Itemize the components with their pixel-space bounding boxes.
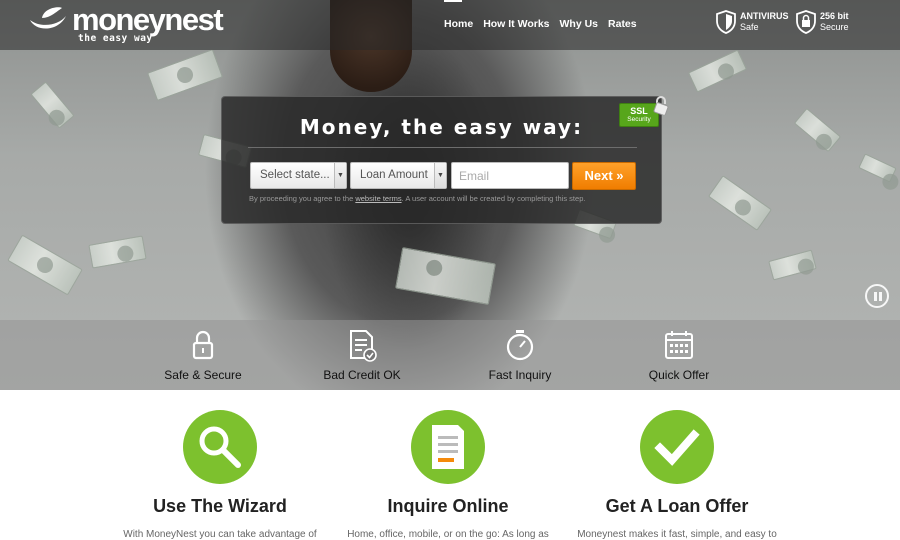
money-bill-image [7,234,83,296]
state-select[interactable]: Select state... ▼ [250,162,347,189]
header-bar: moneynest the easy way Home How It Works… [0,0,900,50]
email-input[interactable]: Email [451,162,569,189]
step-icon-circle [183,410,257,484]
step-title: Use The Wizard [153,496,287,516]
step-text: With MoneyNest you can take advantage of [123,529,317,540]
chevron-down-icon[interactable]: ▼ [334,163,346,188]
step-title: Inquire Online [387,496,509,516]
calendar-icon [665,331,693,359]
nav-rates[interactable]: Rates [608,18,637,30]
step-icon-circle [640,410,714,484]
document-check-icon [350,330,377,362]
chevron-down-icon[interactable]: ▼ [434,163,446,188]
leaf-logo-icon [30,7,66,29]
checkmark-icon [654,429,700,466]
money-bill-image [793,107,842,153]
padlock-icon [653,96,669,115]
step-text: Home, office, mobile, or on the go: As l… [347,529,549,540]
nav-home[interactable]: Home [444,18,473,30]
encryption-sub: Secure [820,22,849,32]
disclaimer-text-post: . A user account will be created by comp… [401,194,586,203]
feature-quick-offer: Quick Offer [609,328,749,382]
step-text: Moneynest makes it fast, simple, and eas… [577,529,777,540]
antivirus-sub: Safe [740,22,759,32]
money-bill-image [146,48,224,102]
quick-apply-panel: Money, the easy way: SSL Security Select… [221,96,669,224]
nav-active-indicator [444,0,462,2]
email-placeholder: Email [459,169,490,183]
feature-bad-credit-ok: Bad Credit OK [292,328,432,382]
step-icon-circle [411,410,485,484]
money-bill-image [30,81,75,129]
pause-slideshow-button[interactable] [865,284,889,308]
brand-tagline: the easy way [78,33,153,44]
website-terms-link[interactable]: website terms [355,194,401,203]
shield-check-icon [716,10,736,34]
features-strip: Safe & Secure Bad Credit OK Fast Inquiry [0,320,900,390]
step-get-loan-offer: Get A Loan Offer Moneynest makes it fast… [557,410,797,540]
step-use-wizard: Use The Wizard With MoneyNest you can ta… [100,410,340,540]
disclaimer-text-pre: By proceeding you agree to the [249,194,356,203]
main-nav: Home How It Works Why Us Rates [444,0,637,30]
shield-lock-icon [796,10,816,34]
feature-safe-secure: Safe & Secure [133,328,273,382]
feature-label: Quick Offer [648,368,710,382]
ssl-sub: Security [627,116,651,123]
antivirus-title: ANTIVIRUS [740,11,789,21]
feature-label: Safe & Secure [164,368,242,382]
state-select-value: Select state... [260,169,330,181]
feature-label: Fast Inquiry [488,368,552,382]
money-bill-image [768,249,817,281]
loan-amount-select[interactable]: Loan Amount ▼ [350,162,447,189]
money-bill-image [88,235,147,269]
step-inquire-online: Inquire Online Home, office, mobile, or … [328,410,568,540]
step-title: Get A Loan Offer [605,496,749,516]
stopwatch-icon [506,330,534,361]
feature-fast-inquiry: Fast Inquiry [450,328,590,382]
lock-icon [192,330,214,360]
next-button[interactable]: Next » [572,162,636,190]
encryption-badge: 256 bit Secure [796,10,849,34]
loan-amount-select-value: Loan Amount [360,169,428,181]
nav-why-us[interactable]: Why Us [560,18,599,30]
magnifier-icon [199,426,241,468]
terms-disclaimer: By proceeding you agree to the website t… [249,194,649,203]
panel-title: Money, the easy way: [299,115,584,139]
money-bill-image [707,175,773,231]
feature-label: Bad Credit OK [323,368,401,382]
money-bill-image [858,153,897,183]
nav-how-it-works[interactable]: How It Works [483,18,549,30]
money-bill-image [687,49,748,93]
brand-logo[interactable]: moneynest the easy way [28,2,228,46]
antivirus-badge: ANTIVIRUS Safe [716,10,789,34]
form-icon [432,425,464,469]
panel-divider [248,147,637,148]
encryption-title: 256 bit [820,11,849,21]
